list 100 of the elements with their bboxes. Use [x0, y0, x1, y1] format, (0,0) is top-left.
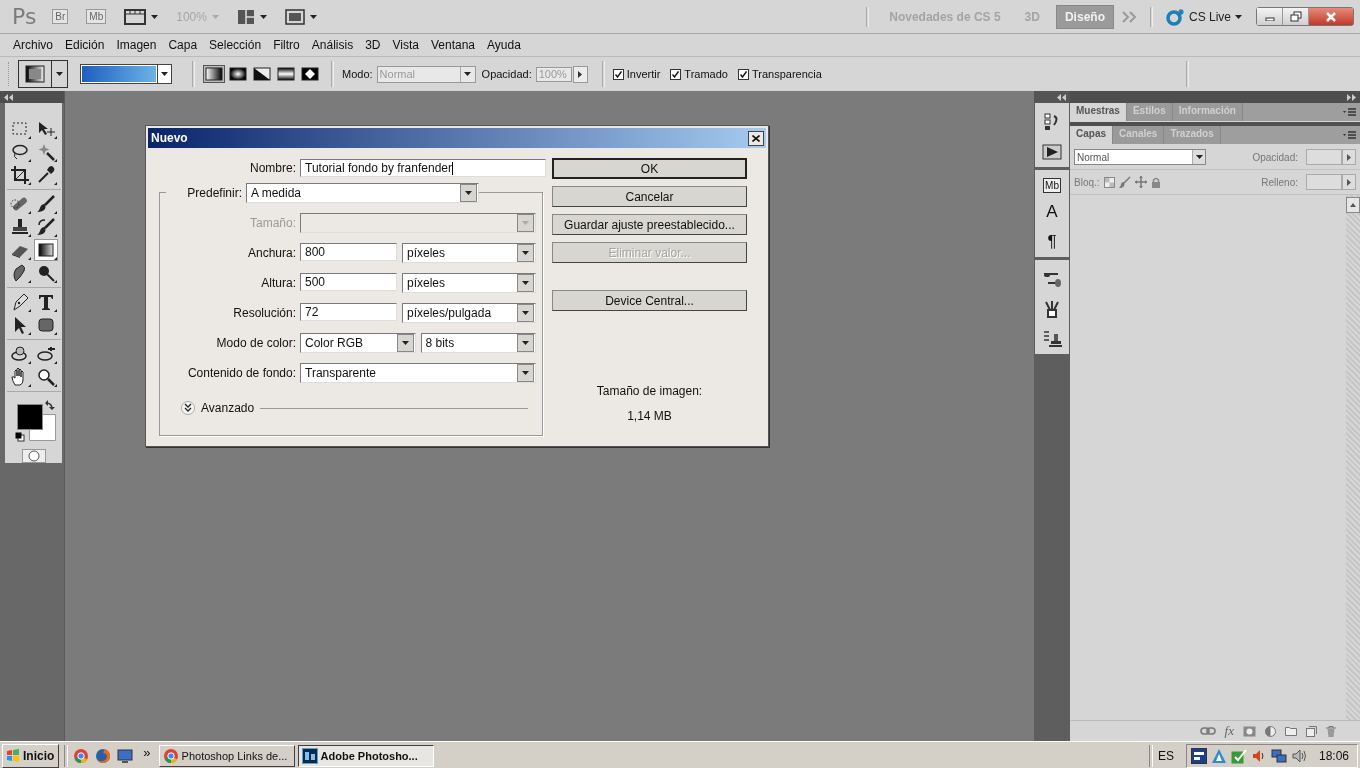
link-icon[interactable] — [1199, 727, 1216, 735]
corner-triangle-icon — [54, 384, 57, 387]
panel-button[interactable]: A — [1046, 201, 1058, 223]
checker-icon[interactable] — [1103, 176, 1115, 188]
dialog-button[interactable]: OK — [552, 158, 747, 179]
menu-item[interactable]: Ayuda — [481, 38, 527, 52]
tray-triangle-icon[interactable] — [1210, 747, 1227, 764]
volume-icon[interactable] — [1290, 747, 1307, 764]
menu-item[interactable]: 3D — [359, 38, 387, 52]
tray-check-icon[interactable] — [1230, 747, 1247, 764]
checkbox[interactable] — [612, 68, 624, 80]
arrow-button[interactable] — [1342, 174, 1356, 190]
name-field[interactable]: Tutorial fondo by franfender — [300, 159, 546, 177]
cs-live-icon[interactable] — [1164, 6, 1185, 27]
minimize-button[interactable] — [1257, 8, 1283, 25]
number-field[interactable] — [1306, 174, 1342, 190]
screen-mode-icon[interactable] — [284, 8, 305, 25]
input-field[interactable]: 800 — [300, 243, 397, 261]
collapse-icon[interactable] — [1057, 93, 1066, 101]
select-field[interactable]: 8 bits — [420, 333, 536, 353]
panel-menu-icon[interactable] — [1343, 130, 1356, 140]
gradient-type-button[interactable] — [251, 65, 273, 83]
gradient-type-button[interactable] — [227, 65, 249, 83]
panel-menu-icon[interactable] — [1343, 107, 1356, 117]
new-layer-icon[interactable] — [1306, 725, 1317, 737]
gradient-type-button[interactable] — [275, 65, 297, 83]
panel-button[interactable] — [1042, 328, 1062, 350]
input-field[interactable]: 500 — [300, 273, 397, 291]
menu-item[interactable]: Edición — [59, 38, 111, 52]
collapse-icon[interactable] — [4, 93, 13, 101]
opacity-arrow-button[interactable] — [572, 65, 588, 83]
gradient-picker[interactable] — [80, 64, 172, 84]
tray-app-icon[interactable] — [1190, 747, 1207, 764]
preset-select[interactable]: A medida — [246, 183, 479, 203]
menu-item[interactable]: Vista — [386, 38, 425, 52]
language-indicator[interactable]: ES — [1157, 748, 1174, 763]
restore-button[interactable] — [1283, 8, 1309, 25]
select-field[interactable]: píxeles/pulgada — [402, 303, 536, 323]
trash-icon[interactable] — [1326, 725, 1336, 737]
mini-bridge-button[interactable]: Mb — [86, 9, 107, 24]
panel-button[interactable]: ¶ — [1047, 231, 1057, 253]
expand-icon[interactable] — [1347, 93, 1356, 101]
default-colors-icon[interactable] — [14, 432, 25, 442]
dialog-button[interactable]: Cancelar — [552, 186, 747, 207]
menu-item[interactable]: Análisis — [305, 38, 360, 52]
select-field[interactable]: Transparente — [300, 363, 536, 383]
taskbar-button[interactable]: Photoshop Links de... — [158, 744, 295, 767]
checkbox[interactable] — [737, 68, 749, 80]
expand-button[interactable] — [181, 401, 195, 415]
menu-item[interactable]: Selección — [203, 38, 268, 52]
panel-tab[interactable]: Muestras — [1070, 103, 1127, 121]
arrow-button[interactable] — [1342, 149, 1356, 165]
select-field[interactable]: Color RGB — [300, 333, 416, 353]
swap-arrows-icon[interactable] — [44, 400, 55, 410]
tool-preset-picker[interactable] — [18, 60, 68, 88]
device-central-button[interactable]: Device Central... — [552, 290, 747, 311]
network-icon[interactable] — [1270, 747, 1287, 764]
panel-button[interactable] — [1042, 298, 1062, 320]
tool-button[interactable] — [34, 239, 58, 261]
film-strip-icon[interactable] — [124, 8, 147, 25]
adjustment-icon[interactable] — [1265, 725, 1276, 737]
bridge-button[interactable]: Br — [52, 9, 69, 24]
checkbox[interactable] — [670, 68, 682, 80]
start-button[interactable]: Inicio — [2, 743, 60, 768]
effects-button[interactable]: fx — [1224, 723, 1234, 739]
menu-item[interactable]: Ventana — [424, 38, 481, 52]
more-button[interactable]: » — [143, 745, 151, 760]
brush-icon[interactable] — [1118, 176, 1131, 188]
mask-icon[interactable] — [1243, 725, 1256, 737]
background-color-swatch[interactable] — [28, 414, 56, 441]
panel-tab[interactable]: Capas — [1070, 126, 1113, 144]
foreground-color-swatch[interactable] — [16, 404, 43, 430]
layout-icon[interactable] — [236, 8, 255, 25]
tool-button[interactable] — [8, 366, 32, 388]
move-arrows-icon[interactable] — [1134, 176, 1147, 188]
quick-mask-button[interactable] — [21, 448, 46, 463]
close-button[interactable] — [748, 130, 764, 146]
scroll-up-button[interactable] — [1346, 197, 1360, 213]
panel-button[interactable] — [1042, 141, 1062, 163]
firefox-icon[interactable] — [95, 747, 112, 764]
taskbar-button[interactable]: Adobe Photosho... — [297, 744, 434, 767]
menu-item[interactable]: Imagen — [110, 38, 163, 52]
cs-live-menu[interactable]: CS Live — [1188, 9, 1231, 24]
tool-button[interactable] — [8, 164, 32, 186]
desktop-icon[interactable] — [117, 747, 134, 764]
mini-bridge-button[interactable]: Mb — [1043, 178, 1061, 193]
blend-mode-select[interactable]: Normal — [1074, 149, 1206, 165]
menu-item[interactable]: Filtro — [267, 38, 306, 52]
select-field[interactable]: píxeles — [402, 243, 536, 263]
folder-icon[interactable] — [1285, 726, 1297, 736]
gradient-type-button[interactable] — [299, 65, 321, 83]
tool-button[interactable] — [8, 343, 32, 365]
select-field[interactable]: píxeles — [402, 273, 536, 293]
chrome-icon[interactable] — [73, 747, 90, 764]
gradient-type-button[interactable] — [203, 65, 225, 83]
number-field[interactable] — [1306, 149, 1342, 165]
dialog-button[interactable]: Guardar ajuste preestablecido... — [552, 214, 747, 235]
menu-item[interactable]: Archivo — [7, 38, 59, 52]
input-field[interactable]: 72 — [300, 303, 397, 321]
menu-item[interactable]: Capa — [162, 38, 204, 52]
